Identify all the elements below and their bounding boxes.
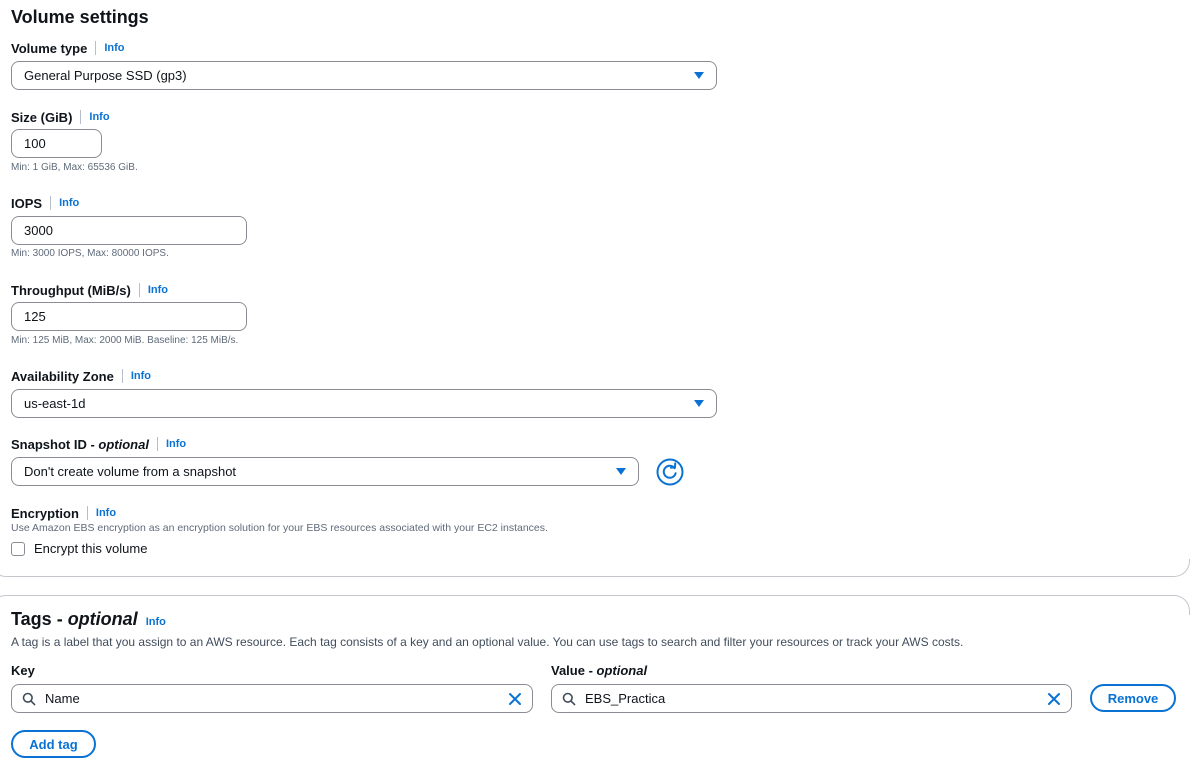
caret-down-icon <box>694 400 704 407</box>
volume-type-info-link[interactable]: Info <box>104 42 124 54</box>
volume-settings-title: Volume settings <box>11 7 149 27</box>
size-label: Size (GiB) <box>11 109 73 125</box>
tags-panel-top <box>0 595 1190 615</box>
separator <box>138 283 140 297</box>
separator <box>156 437 158 451</box>
snapshot-label: Snapshot ID - optional <box>11 436 149 452</box>
remove-tag-button[interactable]: Remove <box>1090 684 1176 712</box>
search-icon <box>22 692 36 706</box>
throughput-hint: Min: 125 MiB, Max: 2000 MiB. Baseline: 1… <box>11 335 239 346</box>
snapshot-label-row: Snapshot ID - optional Info <box>11 435 186 453</box>
clear-icon[interactable] <box>1047 692 1061 706</box>
tags-description: A tag is a label that you assign to an A… <box>11 635 964 649</box>
iops-hint: Min: 3000 IOPS, Max: 80000 IOPS. <box>11 248 169 259</box>
search-icon <box>562 692 576 706</box>
volume-settings-panel-bottom <box>0 559 1190 577</box>
az-info-link[interactable]: Info <box>131 370 151 382</box>
encryption-label-row: Encryption Info <box>11 504 116 522</box>
tag-key-input[interactable]: Name <box>11 684 533 713</box>
throughput-label: Throughput (MiB/s) <box>11 282 131 298</box>
iops-value: 3000 <box>24 223 53 238</box>
size-info-link[interactable]: Info <box>89 111 109 123</box>
tags-header: Tags - optional Info <box>11 609 166 630</box>
throughput-input[interactable]: 125 <box>11 302 247 331</box>
caret-down-icon <box>616 468 626 475</box>
size-input[interactable]: 100 <box>11 129 102 158</box>
encrypt-volume-label: Encrypt this volume <box>34 541 148 556</box>
separator <box>50 196 52 210</box>
tag-value-input[interactable]: EBS_Practica <box>551 684 1072 713</box>
size-label-row: Size (GiB) Info <box>11 108 110 126</box>
az-select[interactable]: us-east-1d <box>11 389 717 418</box>
encryption-description: Use Amazon EBS encryption as an encrypti… <box>11 522 548 534</box>
tag-value-value: EBS_Practica <box>585 691 666 706</box>
iops-label-row: IOPS Info <box>11 194 79 212</box>
tags-title: Tags - optional <box>11 609 138 629</box>
volume-type-label-row: Volume type Info <box>11 39 125 57</box>
snapshot-value: Don't create volume from a snapshot <box>24 464 237 479</box>
encrypt-volume-option[interactable]: Encrypt this volume <box>11 541 147 556</box>
snapshot-info-link[interactable]: Info <box>166 438 186 450</box>
throughput-info-link[interactable]: Info <box>148 284 168 296</box>
size-hint: Min: 1 GiB, Max: 65536 GiB. <box>11 162 138 173</box>
separator <box>86 506 88 520</box>
throughput-label-row: Throughput (MiB/s) Info <box>11 281 168 299</box>
throughput-value: 125 <box>24 309 46 324</box>
iops-info-link[interactable]: Info <box>59 197 79 209</box>
volume-type-label: Volume type <box>11 40 88 56</box>
tag-key-value: Name <box>45 691 80 706</box>
caret-down-icon <box>694 72 704 79</box>
key-column-label: Key <box>11 663 35 678</box>
add-tag-button[interactable]: Add tag <box>11 730 96 758</box>
encryption-info-link[interactable]: Info <box>96 507 116 519</box>
snapshot-select[interactable]: Don't create volume from a snapshot <box>11 457 639 486</box>
separator <box>121 369 123 383</box>
separator <box>95 41 97 55</box>
az-label: Availability Zone <box>11 368 114 384</box>
clear-icon[interactable] <box>508 692 522 706</box>
iops-label: IOPS <box>11 195 43 211</box>
checkbox-icon[interactable] <box>11 541 25 556</box>
encryption-label: Encryption <box>11 505 79 521</box>
volume-type-value: General Purpose SSD (gp3) <box>24 68 187 83</box>
az-label-row: Availability Zone Info <box>11 367 151 385</box>
az-value: us-east-1d <box>24 396 86 411</box>
refresh-icon[interactable] <box>656 458 684 486</box>
volume-type-select[interactable]: General Purpose SSD (gp3) <box>11 61 717 90</box>
separator <box>80 110 82 124</box>
tags-info-link[interactable]: Info <box>146 616 166 628</box>
size-value: 100 <box>24 136 46 151</box>
iops-input[interactable]: 3000 <box>11 216 247 245</box>
value-column-label: Value - optional <box>551 663 648 678</box>
